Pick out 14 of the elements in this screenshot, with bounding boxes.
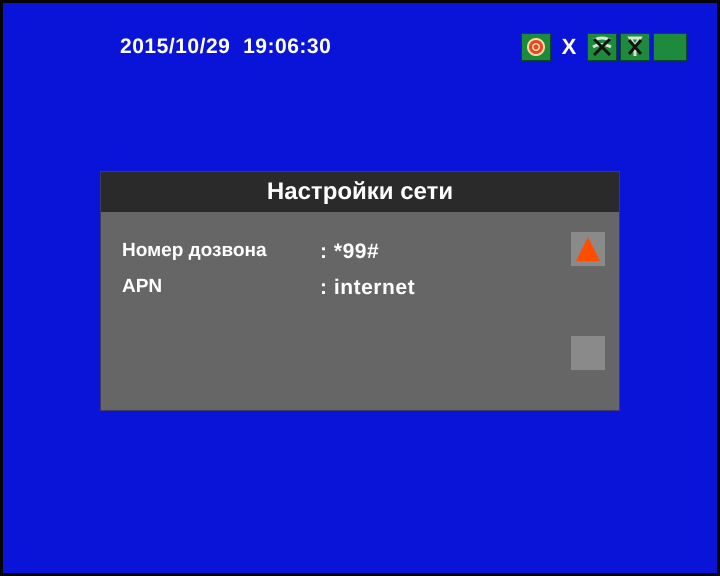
field-label: APN bbox=[122, 275, 164, 300]
crossed-antenna-icon bbox=[620, 32, 650, 61]
scroll-up-button[interactable] bbox=[571, 232, 605, 266]
status-indicator bbox=[653, 32, 687, 61]
scroll-down-button[interactable] bbox=[571, 336, 605, 370]
crossed-signal-icon bbox=[587, 32, 617, 61]
field-value[interactable]: : *99# bbox=[320, 236, 380, 268]
date-time: 2015/10/29 19:06:30 bbox=[120, 34, 332, 60]
triangle-up-icon bbox=[575, 236, 601, 262]
field-label: Номер дозвона bbox=[122, 239, 268, 264]
field-value[interactable]: : internet bbox=[320, 272, 416, 304]
dialog-title: Настройки сети bbox=[266, 176, 454, 206]
record-icon bbox=[521, 32, 551, 61]
status-text: X bbox=[560, 36, 578, 58]
